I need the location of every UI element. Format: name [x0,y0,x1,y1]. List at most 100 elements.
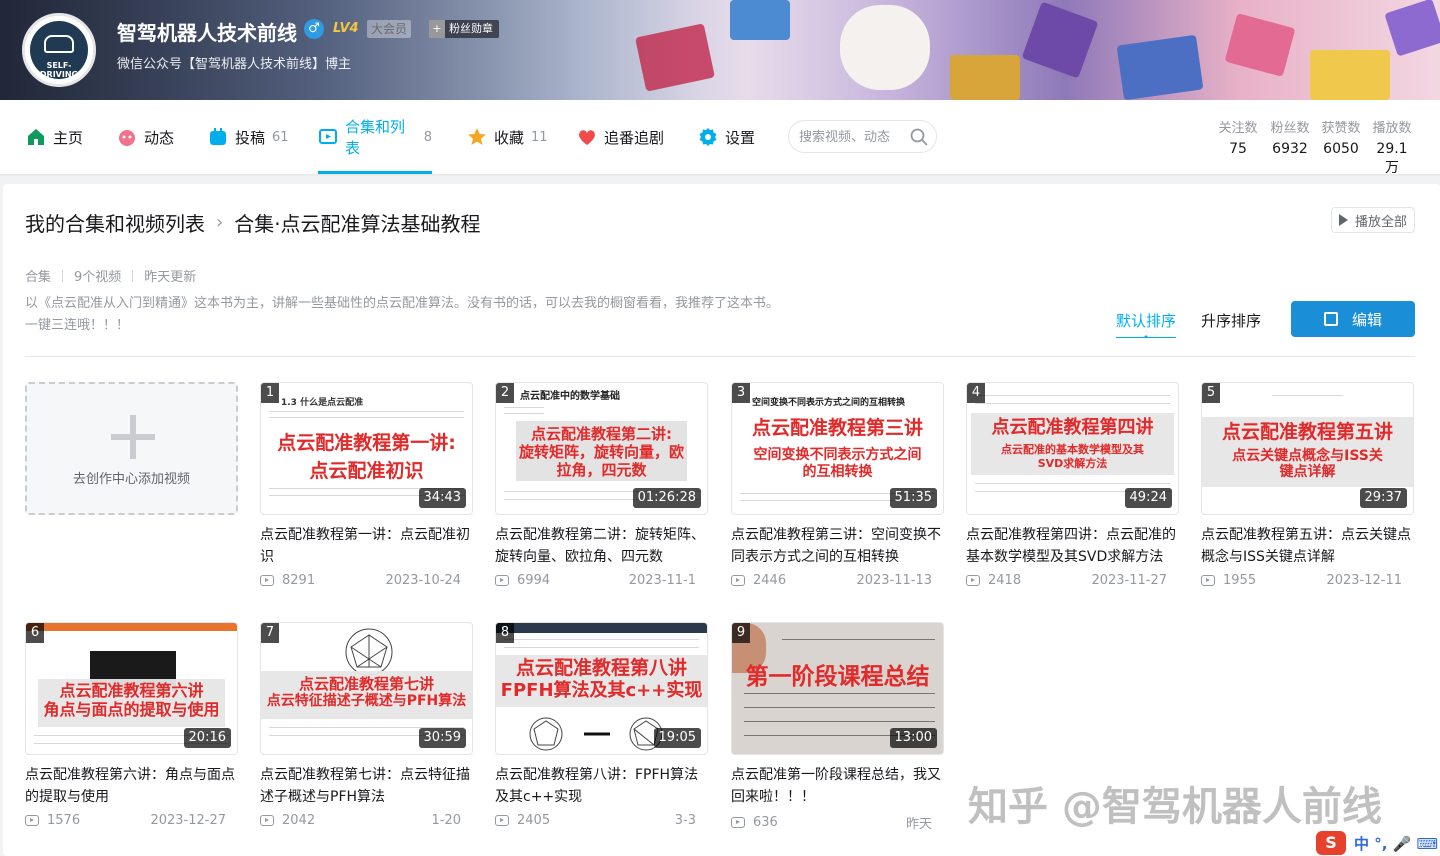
stat-following[interactable]: 关注数 75 [1216,117,1260,157]
video-title[interactable]: 点云配准教程第一讲：点云配准初识 [260,524,473,568]
collection-type: 合集 [25,270,52,285]
watermark: 知乎 @智驾机器人前线 [968,784,1382,830]
video-date: 2023-12-27 [150,813,226,828]
video-thumbnail[interactable]: 第一阶段课程总结 9 13:00 [731,622,944,755]
video-card[interactable]: 空间变换不同表示方式之间的互相转换 点云配准教程第三讲 空间变换不同表示方式之间… [731,382,944,588]
ime-toolbar[interactable]: S 中 °, 🎤 ⌨ [1312,830,1440,856]
play-count-icon [731,817,745,828]
sort-default-tab[interactable]: 默认排序 [1116,310,1177,338]
video-card[interactable]: 点云配准教程第四讲 点云配准的基本数学模型及其SVD求解方法 4 49:24 点… [966,382,1179,588]
collection-updated: 昨天更新 [144,270,197,285]
tab-home[interactable]: 主页 [26,100,83,174]
video-duration: 51:35 [889,488,937,508]
video-thumbnail[interactable]: 点云配准中的数学基础 点云配准教程第二讲: 旋转矩阵，旋转向量，欧拉角，四元数 … [495,382,708,515]
video-plays: 1955 [1223,573,1257,588]
video-plays: 2405 [517,813,551,828]
search-input[interactable] [799,128,907,146]
video-thumbnail[interactable]: 点云配准教程第六讲 角点与面点的提取与使用 6 20:16 [25,622,238,755]
thumb-caption: 点云配准教程第五讲 点云关键点概念与ISS关键点详解 [1202,417,1413,487]
tab-collections[interactable]: 合集和列表 8 [318,100,432,174]
collection-icon [318,127,338,147]
collection-title: 合集·点云配准算法基础教程 [234,212,481,236]
gift-decoration [1021,1,1099,79]
add-video-label: 去创作中心添加视频 [72,472,190,487]
search-icon[interactable] [910,128,928,146]
ime-status: 中 °, 🎤 ⌨ [1354,834,1439,853]
collection-description-line2: 一键三连哦！！！ [25,318,130,333]
video-thumbnail[interactable]: 点云配准教程第七讲 点云特征描述子概述与PFH算法 7 30:59 [260,622,473,755]
add-video-card[interactable]: 去创作中心添加视频 [25,382,238,515]
collection-panel: 我的合集和视频列表 › 合集·点云配准算法基础教程 播放全部 合集 9个视频 昨… [3,184,1440,856]
video-thumbnail[interactable]: 点云配准教程第八讲 FPFH算法及其c++实现 8 19:05 [495,622,708,755]
video-thumbnail[interactable]: 点云配准教程第四讲 点云配准的基本数学模型及其SVD求解方法 4 49:24 [966,382,1179,515]
video-date: 1-20 [431,813,461,828]
video-title[interactable]: 点云配准教程第八讲：FPFH算法及其c++实现 [495,764,708,808]
tab-settings[interactable]: 设置 [698,100,755,174]
edit-button[interactable]: 编辑 [1291,301,1415,337]
tab-collections-label: 合集和列表 [345,118,406,157]
video-title[interactable]: 点云配准教程第四讲：点云配准的基本数学模型及其SVD求解方法 [966,524,1179,568]
gift-decoration [950,55,1020,100]
stat-fans-label: 粉丝数 [1270,121,1310,136]
gift-decoration [1310,50,1390,100]
user-name[interactable]: 智驾机器人技术前线 [117,17,297,46]
video-card[interactable]: 点云配准教程第六讲 角点与面点的提取与使用 6 20:16 点云配准教程第六讲：… [25,622,238,828]
video-title[interactable]: 点云配准教程第二讲：旋转矩阵、旋转向量、欧拉角、四元数 [495,524,708,568]
video-index: 1 [261,383,279,403]
video-card[interactable]: 点云配准教程第八讲 FPFH算法及其c++实现 8 19:05 点云配准教程第八… [495,622,708,828]
tab-uploads[interactable]: 投稿 61 [208,100,289,174]
video-thumbnail[interactable]: 1.3 什么是点云配准 点云配准教程第一讲: 点云配准初识 1 34:43 [260,382,473,515]
search-box [788,120,937,153]
video-title[interactable]: 点云配准教程第六讲：角点与面点的提取与使用 [25,764,238,808]
video-card[interactable]: 1.3 什么是点云配准 点云配准教程第一讲: 点云配准初识 1 34:43 点云… [260,382,473,588]
video-info: 1576 2023-12-27 [25,813,238,828]
avatar[interactable]: SELF-DRIVING ROBOT [22,13,96,87]
tab-settings-label: 设置 [725,128,756,147]
stat-following-value: 75 [1229,141,1247,157]
tab-favorites-count: 11 [531,129,548,145]
tab-home-label: 主页 [53,128,84,147]
video-index: 6 [26,623,44,643]
video-title[interactable]: 点云配准教程第七讲：点云特征描述子概述与PFH算法 [260,764,473,808]
vip-badge[interactable]: 大会员 [367,20,412,38]
play-count-icon [966,575,980,586]
collection-description-line1: 以《点云配准从入门到精通》这本书为主，讲解一些基础性的点云配准算法。没有书的话，… [25,296,780,311]
stat-fans[interactable]: 粉丝数 6932 [1268,117,1312,157]
breadcrumb: 我的合集和视频列表 › 合集·点云配准算法基础教程 [25,208,481,237]
video-index: 7 [261,623,279,643]
video-card[interactable]: 点云配准教程第七讲 点云特征描述子概述与PFH算法 7 30:59 点云配准教程… [260,622,473,828]
thumb-caption: 点云配准教程第二讲: 旋转矩阵，旋转向量，欧拉角，四元数 [516,421,687,481]
video-index: 3 [732,383,750,403]
video-title[interactable]: 点云配准教程第三讲：空间变换不同表示方式之间的互相转换 [731,524,944,568]
video-thumbnail[interactable]: 点云配准教程第五讲 点云关键点概念与ISS关键点详解 5 29:37 [1201,382,1414,515]
sort-asc-tab[interactable]: 升序排序 [1201,310,1261,331]
video-date: 3-3 [674,813,696,828]
level-badge: LV4 [333,21,359,36]
video-info: 1955 2023-12-11 [1201,573,1414,588]
collection-meta: 合集 9个视频 昨天更新 [25,266,196,285]
thumb-caption: 点云配准教程第七讲 点云特征描述子概述与PFH算法 [261,671,472,719]
video-title[interactable]: 点云配准教程第五讲：点云关键点概念与ISS关键点详解 [1201,524,1414,568]
video-card[interactable]: 第一阶段课程总结 9 13:00 点云配准第一阶段课程总结，我又回来啦！！！ 6… [731,622,944,832]
play-all-button[interactable]: 播放全部 [1330,207,1415,233]
user-signature: 微信公众号【智驾机器人技术前线】博主 [117,57,352,72]
breadcrumb-root[interactable]: 我的合集和视频列表 [25,208,205,237]
video-plays: 1576 [47,813,81,828]
profile-banner: SELF-DRIVING ROBOT 智驾机器人技术前线 ♂ LV4 大会员 +… [0,0,1440,100]
gender-male-icon: ♂ [304,19,324,39]
tab-dynamic[interactable]: 动态 [117,100,174,174]
play-all-label: 播放全部 [1354,214,1407,230]
video-index: 4 [967,383,985,403]
plus-icon: + [429,20,445,38]
video-card[interactable]: 点云配准教程第五讲 点云关键点概念与ISS关键点详解 5 29:37 点云配准教… [1201,382,1414,588]
tab-bangumi[interactable]: 追番追剧 [577,100,664,174]
dynamic-icon [117,127,137,147]
video-title[interactable]: 点云配准第一阶段课程总结，我又回来啦！！！ [731,764,944,808]
fans-badge[interactable]: + 粉丝勋章 [429,20,499,38]
video-thumbnail[interactable]: 空间变换不同表示方式之间的互相转换 点云配准教程第三讲 空间变换不同表示方式之间… [731,382,944,515]
play-icon [1338,214,1348,226]
tab-favorites[interactable]: 收藏 11 [467,100,548,174]
video-card[interactable]: 点云配准中的数学基础 点云配准教程第二讲: 旋转矩阵，旋转向量，欧拉角，四元数 … [495,382,708,588]
video-duration: 13:00 [889,728,937,748]
play-count-icon [260,575,274,586]
